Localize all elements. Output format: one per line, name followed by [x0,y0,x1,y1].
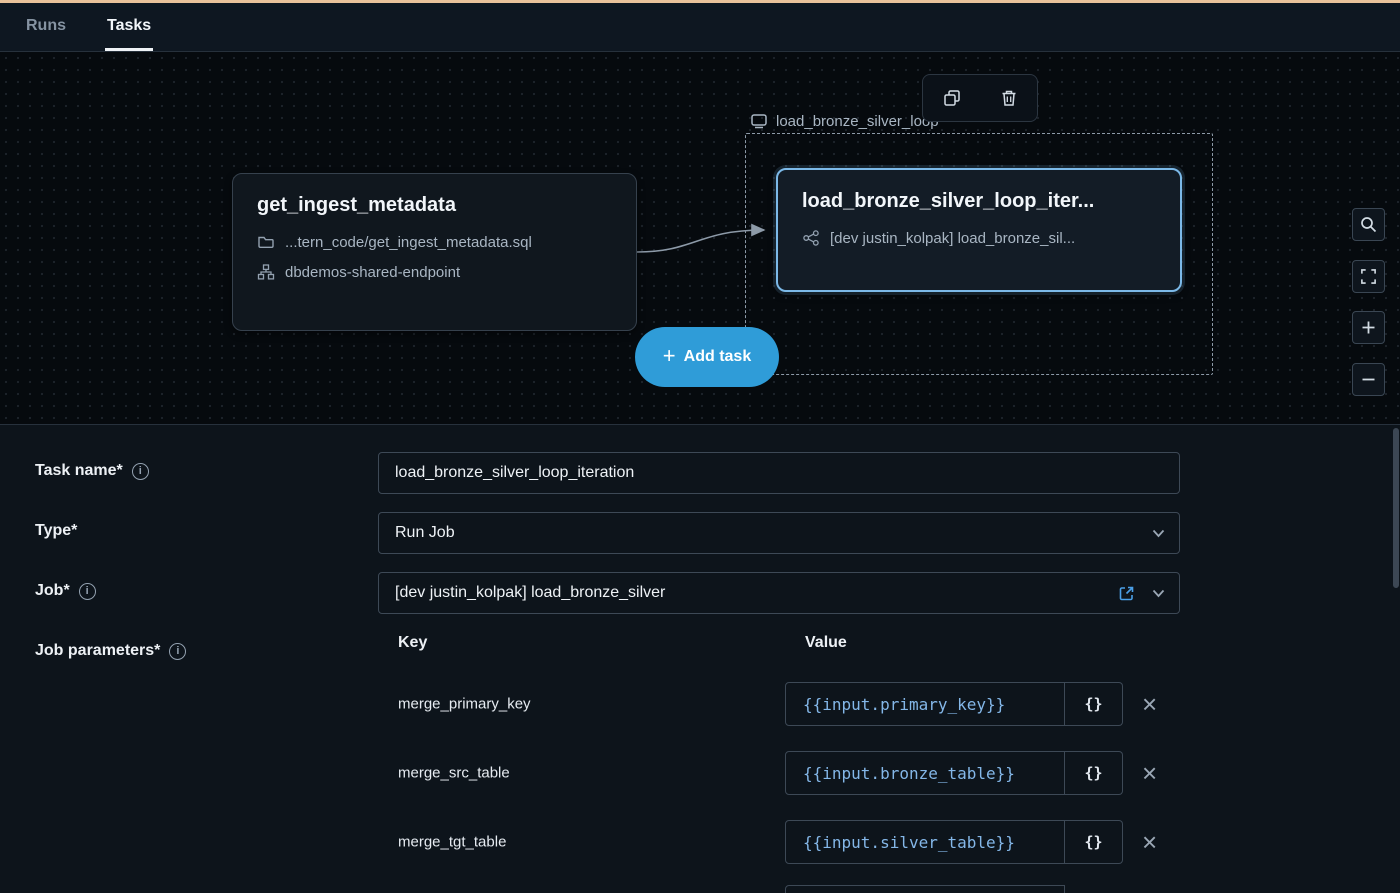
task-name-label-group: Task name* i [35,462,149,480]
parameter-value-input-partial[interactable] [785,885,1065,893]
canvas-search-button[interactable] [1352,208,1385,241]
type-label-group: Type* [35,522,77,540]
job-select[interactable]: [dev justin_kolpak] load_bronze_silver [378,572,1180,614]
insert-parameter-braces-button[interactable]: {} [1065,751,1123,795]
value-column-header: Value [805,634,847,652]
delete-task-button[interactable] [980,75,1037,121]
add-task-label: Add task [684,348,752,366]
info-icon[interactable]: i [169,643,186,660]
sql-warehouse-icon [257,263,275,281]
loop-task-group-name: load_bronze_silver_loop [776,113,939,130]
insert-parameter-braces-button[interactable]: {} [1065,682,1123,726]
parameter-value-text: {{input.primary_key}} [803,695,1005,714]
zoom-in-button[interactable] [1352,311,1385,344]
parameter-value-text: {{input.silver_table}} [803,833,1015,852]
parameter-key: merge_tgt_table [398,834,506,851]
type-label: Type* [35,522,77,540]
tab-tasks[interactable]: Tasks [105,3,153,51]
task-node-get-ingest-metadata[interactable]: get_ingest_metadata ...tern_code/get_ing… [232,173,637,331]
task-name-input[interactable] [378,452,1180,494]
plus-icon: + [663,345,676,367]
task-node-load-bronze-silver-loop-iteration[interactable]: load_bronze_silver_loop_iter... [dev jus… [776,168,1182,292]
loop-task-group-label[interactable]: load_bronze_silver_loop [750,112,939,130]
parameter-row: merge_tgt_table {{input.silver_table}} {… [0,820,1400,864]
task-node-title: get_ingest_metadata [257,194,612,217]
remove-parameter-button[interactable]: × [1142,829,1157,855]
task-node-title: load_bronze_silver_loop_iter... [802,190,1156,213]
job-label-group: Job* i [35,582,96,600]
fit-to-screen-button[interactable] [1352,260,1385,293]
parameter-value-input[interactable]: {{input.bronze_table}} [785,751,1065,795]
insert-parameter-braces-button[interactable]: {} [1065,820,1123,864]
plus-icon [1361,320,1376,335]
parameter-value-input[interactable]: {{input.primary_key}} [785,682,1065,726]
folder-icon [257,233,275,251]
parameter-key: merge_src_table [398,765,510,782]
parameter-key: merge_primary_key [398,696,531,713]
task-group-icon [750,112,768,130]
job-tasks-page: Runs Tasks load_bronze_silver_loop get_i… [0,0,1400,893]
parameter-row: merge_primary_key {{input.primary_key}} … [0,682,1400,726]
minus-icon [1361,372,1376,387]
type-selected-value: Run Job [395,524,455,542]
clone-task-button[interactable] [923,75,980,121]
search-icon [1360,216,1377,233]
remove-parameter-button[interactable]: × [1142,760,1157,786]
trash-icon [999,88,1019,108]
type-select[interactable]: Run Job [378,512,1180,554]
key-column-header: Key [398,634,427,652]
task-node-warehouse: dbdemos-shared-endpoint [285,264,460,281]
parameter-row-partial [0,885,1400,893]
tab-bar: Runs Tasks [0,0,1400,52]
info-icon[interactable]: i [132,463,149,480]
zoom-out-button[interactable] [1352,363,1385,396]
job-selected-value: [dev justin_kolpak] load_bronze_silver [395,584,665,602]
task-actions-toolbar [922,74,1038,122]
job-parameters-label: Job parameters* [35,642,160,660]
chevron-down-icon [1152,529,1165,538]
parameter-value-text: {{input.bronze_table}} [803,764,1015,783]
panel-scrollbar-thumb[interactable] [1393,428,1399,588]
info-icon[interactable]: i [79,583,96,600]
clone-icon [942,88,962,108]
job-icon [802,229,820,247]
tab-runs[interactable]: Runs [24,3,68,51]
external-link-icon[interactable] [1117,584,1136,603]
remove-parameter-button[interactable]: × [1142,691,1157,717]
task-node-source-path: ...tern_code/get_ingest_metadata.sql [285,234,532,251]
job-label: Job* [35,582,70,600]
task-dag-canvas[interactable]: load_bronze_silver_loop get_ingest_metad… [0,52,1400,425]
fit-screen-icon [1360,268,1377,285]
job-parameters-label-group: Job parameters* i [35,642,186,660]
task-node-job-reference: [dev justin_kolpak] load_bronze_sil... [830,230,1075,247]
parameter-value-input[interactable]: {{input.silver_table}} [785,820,1065,864]
parameter-row: merge_src_table {{input.bronze_table}} {… [0,751,1400,795]
task-name-label: Task name* [35,462,123,480]
chevron-down-icon [1152,589,1165,598]
add-task-button[interactable]: + Add task [635,327,779,387]
task-config-panel: Task name* i Type* Run Job Job* i [dev j… [0,426,1400,893]
